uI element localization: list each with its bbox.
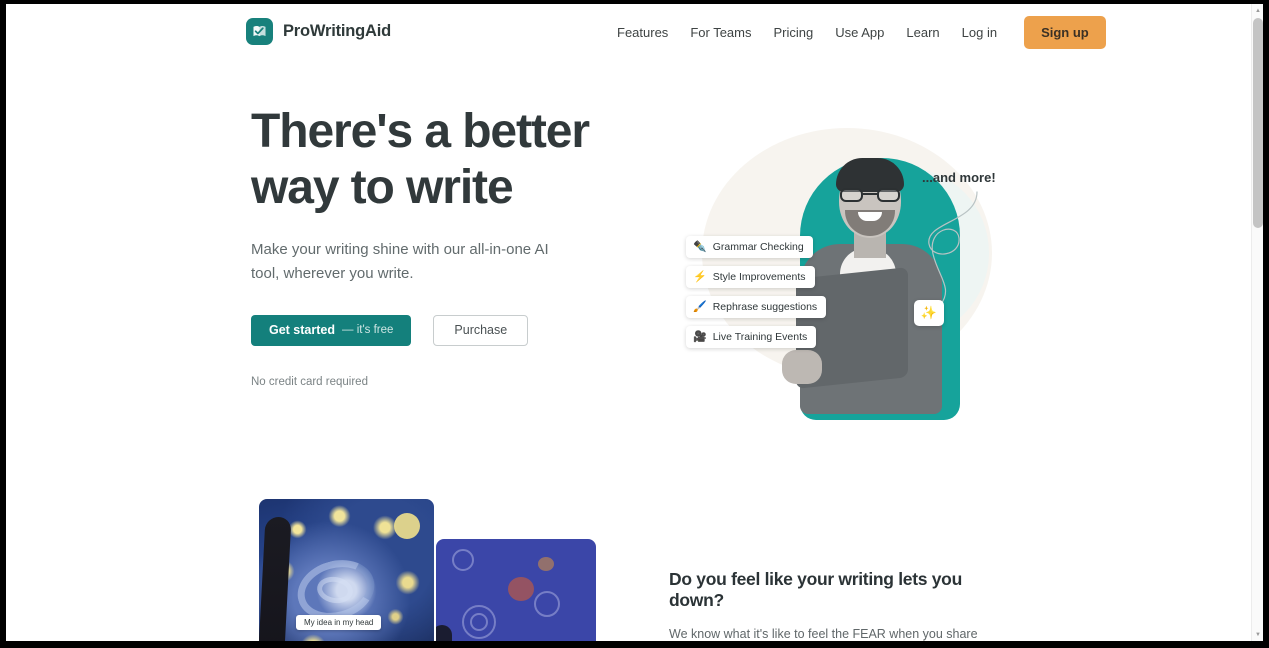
feature-pill-label: Live Training Events xyxy=(712,331,808,343)
eyeglasses-icon xyxy=(840,188,900,202)
no-credit-card-note: No credit card required xyxy=(251,375,368,388)
nav-link-pricing[interactable]: Pricing xyxy=(762,19,824,46)
sign-up-button[interactable]: Sign up xyxy=(1024,15,1106,49)
curly-pointer-line-icon xyxy=(928,191,978,305)
hero-subtitle: Make your writing shine with our all-in-… xyxy=(251,241,549,282)
feature-pill-label: Style Improvements xyxy=(712,271,806,283)
hero-title: There's a better way to write xyxy=(251,105,590,215)
page-bottom-cutoff xyxy=(0,641,1269,648)
scrollbar-down-arrow[interactable]: ▼ xyxy=(1252,628,1263,641)
sketch-blotch xyxy=(538,557,554,571)
nav-link-log-in[interactable]: Log in xyxy=(951,19,1008,46)
feature-pill-label: Grammar Checking xyxy=(712,241,804,253)
hero-illustration: ✒️ Grammar Checking ⚡ Style Improvements… xyxy=(674,110,1014,440)
feature-pill-live-training-events: 🎥 Live Training Events xyxy=(686,326,817,348)
hero-section: There's a better way to write Make your … xyxy=(6,60,1251,480)
lightning-bolt-icon: ⚡ xyxy=(693,270,707,283)
hero-actions: Get started — it's free Purchase xyxy=(251,314,651,346)
painting-cypress-tree xyxy=(259,517,292,641)
prowritingaid-book-check-icon xyxy=(246,18,273,45)
get-started-button[interactable]: Get started — it's free xyxy=(251,314,412,346)
section-two-title: Do you feel like your writing lets you d… xyxy=(669,569,962,610)
page-content: ProWritingAid Features For Teams Pricing… xyxy=(6,4,1251,641)
main-navigation: Features For Teams Pricing Use App Learn… xyxy=(606,4,1106,60)
sketch-spiral xyxy=(534,591,560,617)
glasses-right-lens xyxy=(877,188,900,202)
feature-pill-style-improvements: ⚡ Style Improvements xyxy=(686,266,815,288)
glasses-bridge xyxy=(863,193,877,195)
feature-pill-grammar-checking: ✒️ Grammar Checking xyxy=(686,236,813,258)
feature-pill-list: ✒️ Grammar Checking ⚡ Style Improvements… xyxy=(686,236,846,356)
brand-name: ProWritingAid xyxy=(283,22,392,40)
feature-pill-label: Rephrase suggestions xyxy=(712,301,818,313)
purchase-button[interactable]: Purchase xyxy=(433,314,529,346)
sparkle-icon: ✨ xyxy=(914,300,944,326)
painting-moon xyxy=(394,513,420,539)
nav-link-learn[interactable]: Learn xyxy=(895,19,950,46)
nav-link-for-teams[interactable]: For Teams xyxy=(679,19,762,46)
get-started-label: Get started xyxy=(269,323,335,338)
scrollbar-thumb[interactable] xyxy=(1253,18,1263,228)
get-started-sublabel: — it's free xyxy=(342,324,394,337)
scrollbar-up-arrow[interactable]: ▲ xyxy=(1252,4,1263,17)
person-hair xyxy=(836,158,904,192)
feature-pill-rephrase-suggestions: 🖌️ Rephrase suggestions xyxy=(686,296,827,318)
section-two-body: We know what it's like to feel the FEAR … xyxy=(669,627,978,641)
sketch-spiral xyxy=(470,613,488,631)
sketch-cypress-tree xyxy=(436,625,452,641)
before-after-artwork: My idea in my head xyxy=(251,499,601,641)
glasses-left-lens xyxy=(840,188,863,202)
nav-link-features[interactable]: Features xyxy=(606,19,679,46)
nav-link-use-app[interactable]: Use App xyxy=(824,19,895,46)
paintbrush-icon: 🖌️ xyxy=(693,300,707,313)
sketch-spiral xyxy=(452,549,474,571)
writing-lets-you-down-section: My idea in my head Do you feel like your… xyxy=(6,444,1251,641)
idea-caption-bubble: My idea in my head xyxy=(296,615,382,630)
sketch-blotch xyxy=(508,577,534,601)
crude-sketch-version xyxy=(436,539,596,641)
site-header: ProWritingAid Features For Teams Pricing… xyxy=(6,4,1251,60)
hero-copy: There's a better way to write Make your … xyxy=(251,104,651,388)
movie-camera-icon: 🎥 xyxy=(693,330,707,343)
brand-logo[interactable]: ProWritingAid xyxy=(246,18,391,45)
fountain-pen-icon: ✒️ xyxy=(693,240,707,253)
and-more-annotation: ...and more! xyxy=(922,170,996,185)
section-two-copy: Do you feel like your writing lets you d… xyxy=(669,569,1019,641)
browser-viewport: ProWritingAid Features For Teams Pricing… xyxy=(6,4,1263,641)
vertical-scrollbar[interactable]: ▲ ▼ xyxy=(1251,4,1263,641)
